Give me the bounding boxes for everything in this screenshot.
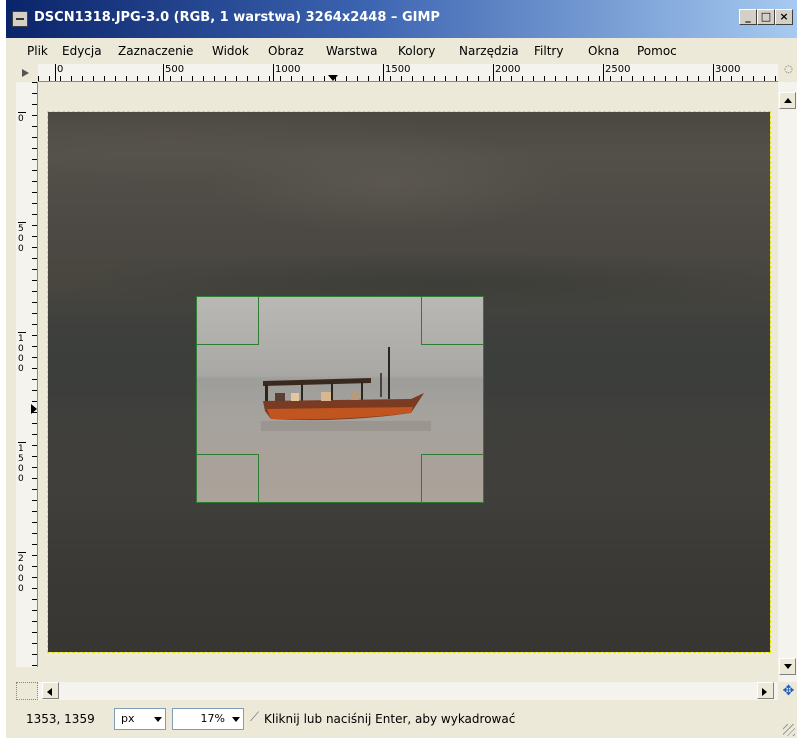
ruler-label: 1000 <box>18 332 26 374</box>
menu-plik[interactable]: Plik <box>27 44 48 58</box>
menu-obraz[interactable]: Obraz <box>268 44 304 58</box>
pointer-marker <box>31 404 37 414</box>
menu-filtry[interactable]: Filtry <box>534 44 563 58</box>
arrow-left-icon <box>47 688 52 696</box>
scroll-left-button[interactable] <box>42 682 59 699</box>
scroll-down-button[interactable] <box>779 658 796 675</box>
resize-grip[interactable] <box>783 724 795 736</box>
scroll-right-button[interactable] <box>757 682 774 699</box>
arrow-down-icon <box>784 664 792 669</box>
quick-mask-toggle[interactable] <box>16 682 38 700</box>
chevron-down-icon <box>232 717 240 722</box>
zoom-value: 17% <box>200 712 225 725</box>
pointer-marker <box>328 75 338 81</box>
ruler-label: 500 <box>18 222 26 254</box>
menu-bar: Plik Edycja Zaznaczenie Widok Obraz Wars… <box>6 38 797 62</box>
window-menu-icon[interactable] <box>12 11 28 27</box>
zoom-select[interactable]: 17% <box>172 708 244 730</box>
ruler-label: 2000 <box>493 64 520 81</box>
ruler-label: 1500 <box>383 64 410 81</box>
title-bar[interactable]: DSCN1318.JPG-3.0 (RGB, 1 warstwa) 3264x2… <box>6 0 797 38</box>
ruler-label: 2000 <box>18 552 26 594</box>
image-menu-button[interactable] <box>16 64 38 82</box>
crop-tool-icon: ⟋ <box>250 710 260 725</box>
ruler-label: 3000 <box>713 64 740 81</box>
ruler-label: 2500 <box>603 64 630 81</box>
menu-narzedzia[interactable]: Narzędzia <box>459 44 519 58</box>
menu-zaznaczenie[interactable]: Zaznaczenie <box>118 44 193 58</box>
image-canvas[interactable] <box>38 82 778 667</box>
vertical-scrollbar[interactable] <box>778 82 797 682</box>
ruler-ticks <box>32 82 37 667</box>
arrow-right-icon <box>762 688 767 696</box>
zoom-lock-icon[interactable]: ◌ <box>780 64 797 82</box>
maximize-button[interactable]: □ <box>757 9 775 25</box>
image-layer[interactable] <box>47 111 771 653</box>
crop-handle-top-left[interactable] <box>197 297 259 345</box>
unit-select[interactable]: px <box>114 708 166 730</box>
crop-handle-top-right[interactable] <box>421 297 483 345</box>
crop-handle-bottom-left[interactable] <box>197 454 259 502</box>
navigate-icon[interactable]: ✥ <box>780 682 797 700</box>
minimize-button[interactable]: _ <box>739 9 757 25</box>
crop-rectangle[interactable] <box>196 296 484 503</box>
crop-handle-bottom-right[interactable] <box>421 454 483 502</box>
ruler-label: 500 <box>163 64 184 81</box>
menu-okna[interactable]: Okna <box>588 44 619 58</box>
vertical-ruler[interactable]: 0 500 1000 1500 2000 <box>16 82 38 667</box>
menu-widok[interactable]: Widok <box>212 44 249 58</box>
menu-pomoc[interactable]: Pomoc <box>637 44 677 58</box>
status-bar: 1353, 1359 px 17% ⟋ Kliknij lub naciśnij… <box>6 700 797 738</box>
arrow-up-icon <box>784 98 792 103</box>
chevron-down-icon <box>154 717 162 722</box>
boat-photo <box>261 347 431 431</box>
window-title: DSCN1318.JPG-3.0 (RGB, 1 warstwa) 3264x2… <box>34 10 440 25</box>
horizontal-scrollbar[interactable] <box>38 682 778 700</box>
pointer-coordinates: 1353, 1359 <box>26 712 95 726</box>
unit-value: px <box>121 712 135 725</box>
ruler-label: 1000 <box>273 64 300 81</box>
ruler-label: 1500 <box>18 442 26 484</box>
menu-kolory[interactable]: Kolory <box>398 44 435 58</box>
gimp-image-window: DSCN1318.JPG-3.0 (RGB, 1 warstwa) 3264x2… <box>6 0 797 738</box>
menu-edycja[interactable]: Edycja <box>62 44 102 58</box>
menu-arrow-icon <box>22 69 29 77</box>
ruler-label: 0 <box>18 112 26 124</box>
ruler-label: 0 <box>55 64 63 81</box>
menu-warstwa[interactable]: Warstwa <box>326 44 378 58</box>
close-button[interactable]: × <box>775 9 793 25</box>
horizontal-ruler[interactable]: 0 500 1000 1500 2000 2500 3000 <box>38 64 778 82</box>
status-message: Kliknij lub naciśnij Enter, aby wykadrow… <box>264 712 516 726</box>
scroll-up-button[interactable] <box>779 92 796 109</box>
